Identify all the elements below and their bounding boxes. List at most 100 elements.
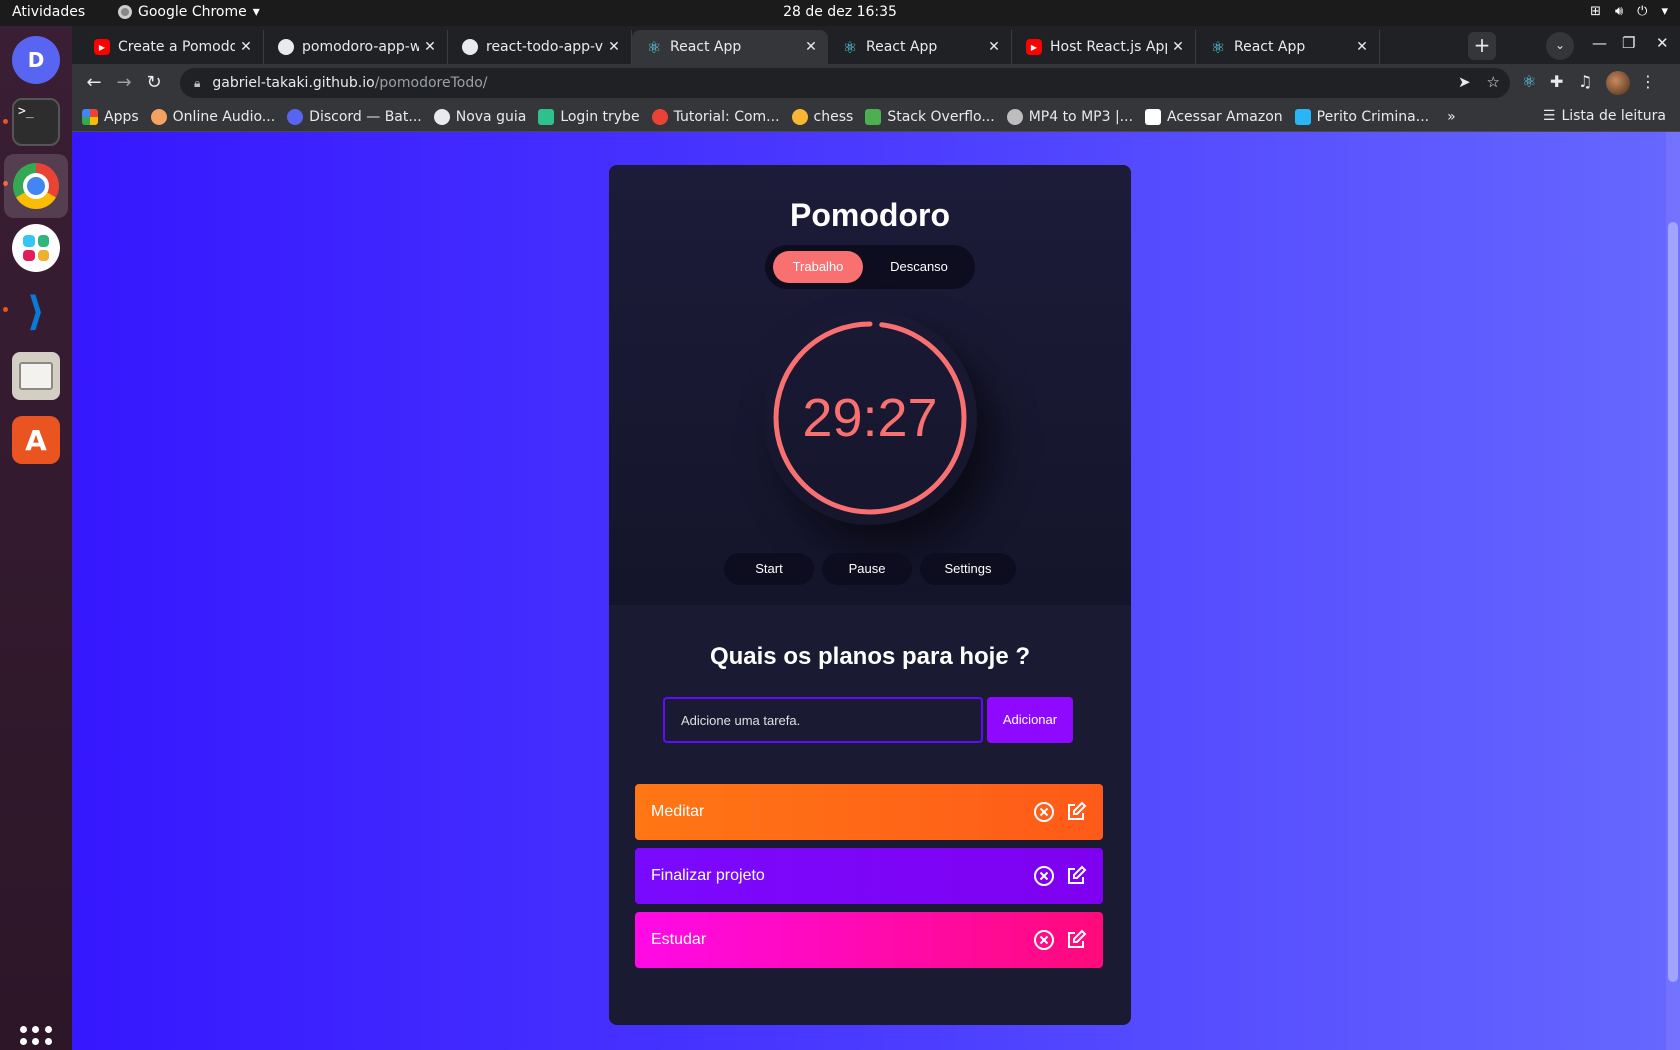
trybe-icon bbox=[538, 108, 555, 125]
software-center-icon[interactable]: A bbox=[12, 416, 60, 464]
clock[interactable]: 28 de dez 16:35 bbox=[0, 4, 1680, 20]
settings-button[interactable]: Settings bbox=[920, 553, 1016, 585]
bookmark-item[interactable]: Login trybe bbox=[538, 108, 640, 125]
files-icon[interactable] bbox=[12, 352, 60, 400]
tab[interactable]: ▶ Create a Pomodoro ✕ bbox=[80, 30, 264, 64]
bookmark-item[interactable]: chess bbox=[791, 108, 853, 125]
tab-search-button[interactable]: ⌄ bbox=[1546, 32, 1574, 60]
close-icon[interactable]: ✕ bbox=[1351, 39, 1373, 55]
todo-item[interactable]: Finalizar projeto bbox=[635, 848, 1103, 904]
more-bookmarks-icon[interactable]: » bbox=[1447, 109, 1456, 125]
edit-icon[interactable] bbox=[1065, 801, 1087, 823]
github-icon bbox=[462, 39, 478, 55]
bookmark-apps[interactable]: Apps bbox=[82, 108, 139, 125]
lock-icon[interactable]: 🔒︎ bbox=[194, 76, 200, 91]
terminal-icon[interactable]: >_ bbox=[12, 98, 60, 146]
reading-list-button[interactable]: ☰ Lista de leitura bbox=[1543, 108, 1666, 124]
mode-work-button[interactable]: Trabalho bbox=[773, 251, 863, 283]
send-tab-icon[interactable]: ➤ bbox=[1458, 73, 1471, 91]
tab[interactable]: react-todo-app-v1/A ✕ bbox=[448, 30, 632, 64]
pause-button[interactable]: Pause bbox=[822, 553, 912, 585]
discord-icon bbox=[287, 108, 304, 125]
page-scrollbar[interactable] bbox=[1666, 132, 1680, 1050]
delete-icon[interactable] bbox=[1033, 801, 1055, 823]
profile-avatar[interactable] bbox=[1606, 71, 1630, 95]
power-icon[interactable]: ⏻ bbox=[1637, 4, 1647, 19]
new-tab-button[interactable]: + bbox=[1468, 32, 1496, 60]
bookmark-label: Tutorial: Com... bbox=[673, 108, 780, 125]
window-close-icon[interactable]: ✕ bbox=[1656, 34, 1669, 52]
bookmark-item[interactable]: Perito Crimina... bbox=[1294, 108, 1429, 125]
bookmark-item[interactable]: Tutorial: Com... bbox=[651, 108, 780, 125]
delete-icon[interactable] bbox=[1033, 865, 1055, 887]
youtube-icon: ▶ bbox=[94, 39, 110, 55]
bookmark-item[interactable]: Stack Overflo... bbox=[865, 108, 995, 125]
tab-active[interactable]: ⚛ React App ✕ bbox=[632, 30, 828, 64]
slack-icon[interactable] bbox=[12, 224, 60, 272]
network-icon[interactable]: ⊞ bbox=[1590, 4, 1601, 19]
tutorial-icon bbox=[651, 108, 668, 125]
bookmark-item[interactable]: Online Audio... bbox=[150, 108, 275, 125]
tab-title: pomodoro-app-with bbox=[302, 39, 419, 55]
bookmark-label: Apps bbox=[104, 108, 139, 125]
close-icon[interactable]: ✕ bbox=[603, 39, 625, 55]
system-tray[interactable]: ⊞ 🔊︎ ⏻ ▾ bbox=[1590, 4, 1668, 19]
more-menu-icon[interactable]: ⋮ bbox=[1640, 72, 1656, 91]
url-path: /pomodoreTodo/ bbox=[374, 75, 488, 91]
edit-icon[interactable] bbox=[1065, 929, 1087, 951]
react-devtools-icon[interactable]: ⚛ bbox=[1522, 72, 1536, 91]
start-button[interactable]: Start bbox=[724, 553, 814, 585]
bookmark-label: Login trybe bbox=[560, 108, 640, 125]
tab[interactable]: ⚛ React App ✕ bbox=[1196, 30, 1380, 64]
tab-title: React App bbox=[670, 39, 742, 55]
running-indicator bbox=[3, 307, 8, 312]
close-icon[interactable]: ✕ bbox=[800, 39, 822, 55]
chevron-down-icon[interactable]: ▾ bbox=[1661, 4, 1668, 19]
chrome-dock-item[interactable] bbox=[4, 154, 68, 218]
bookmark-star-icon[interactable]: ☆ bbox=[1487, 73, 1500, 91]
close-icon[interactable]: ✕ bbox=[419, 39, 441, 55]
todo-item[interactable]: Estudar bbox=[635, 912, 1103, 968]
scrollbar-thumb[interactable] bbox=[1668, 222, 1678, 982]
delete-icon[interactable] bbox=[1033, 929, 1055, 951]
edit-icon[interactable] bbox=[1065, 865, 1087, 887]
minimize-icon[interactable]: — bbox=[1592, 34, 1607, 52]
tab-title: Host React.js App fo bbox=[1050, 39, 1167, 55]
vscode-icon[interactable]: ⟩ bbox=[12, 288, 60, 336]
tab[interactable]: ⚛ React App ✕ bbox=[828, 30, 1012, 64]
stack-overflow-icon bbox=[865, 108, 882, 125]
tab[interactable]: ▶ Host React.js App fo ✕ bbox=[1012, 30, 1196, 64]
maximize-icon[interactable]: ❐ bbox=[1622, 34, 1635, 52]
mode-break-button[interactable]: Descanso bbox=[873, 251, 965, 283]
address-bar[interactable]: 🔒︎ gabriel-takaki.github.io /pomodoreTod… bbox=[180, 68, 1510, 98]
media-controls-icon[interactable]: ♫ bbox=[1578, 72, 1592, 91]
timer-controls: Start Pause Settings bbox=[609, 553, 1131, 585]
bookmark-label: MP4 to MP3 |... bbox=[1028, 108, 1134, 125]
dock: D >_ ⟩ A bbox=[0, 26, 72, 1050]
close-icon[interactable]: ✕ bbox=[1167, 39, 1189, 55]
bookmark-item[interactable]: MP4 to MP3 |... bbox=[1006, 108, 1134, 125]
tab[interactable]: pomodoro-app-with ✕ bbox=[264, 30, 448, 64]
bookmark-label: Nova guia bbox=[455, 108, 527, 125]
show-applications-icon[interactable] bbox=[20, 1026, 52, 1050]
close-icon[interactable]: ✕ bbox=[235, 39, 257, 55]
add-task-button[interactable]: Adicionar bbox=[987, 697, 1073, 743]
bookmark-label: Discord — Bat... bbox=[309, 108, 422, 125]
close-icon[interactable]: ✕ bbox=[983, 39, 1005, 55]
back-icon[interactable]: ← bbox=[80, 70, 108, 98]
bookmark-item[interactable]: Nova guia bbox=[433, 108, 527, 125]
bookmark-item[interactable]: Discord — Bat... bbox=[287, 108, 422, 125]
extensions-icon[interactable]: ✚ bbox=[1550, 72, 1563, 91]
bookmark-label: Stack Overflo... bbox=[887, 108, 995, 125]
converter-icon bbox=[1006, 108, 1023, 125]
pomodoro-section: Pomodoro Trabalho Descanso 29:27 Start P… bbox=[609, 165, 1131, 605]
todo-heading: Quais os planos para hoje ? bbox=[709, 643, 1031, 670]
react-icon: ⚛ bbox=[646, 37, 662, 57]
volume-icon[interactable]: 🔊︎ bbox=[1615, 4, 1623, 19]
task-input[interactable] bbox=[663, 697, 983, 743]
forward-icon[interactable]: → bbox=[110, 70, 138, 98]
todo-item[interactable]: Meditar bbox=[635, 784, 1103, 840]
bookmark-item[interactable]: Acessar Amazon bbox=[1145, 108, 1283, 125]
discord-icon[interactable]: D bbox=[12, 36, 60, 84]
reload-icon[interactable]: ↻ bbox=[140, 70, 168, 98]
